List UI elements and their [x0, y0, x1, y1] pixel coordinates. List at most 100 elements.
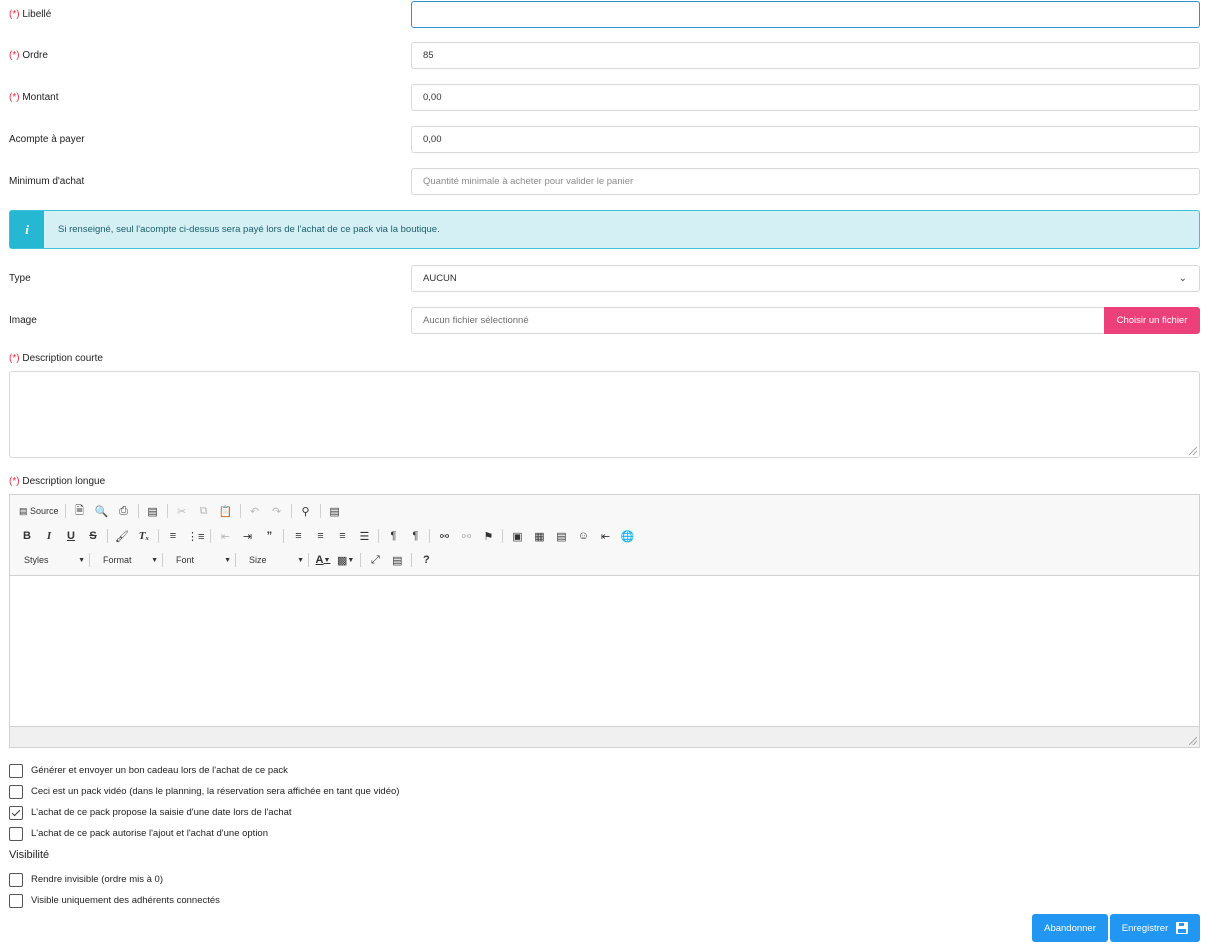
toolbar-separator: [319, 504, 321, 518]
maximize-icon[interactable]: ⤢: [366, 551, 384, 569]
option-label: L'achat de ce pack propose la saisie d'u…: [31, 807, 292, 818]
libelle-input[interactable]: [411, 1, 1200, 28]
montant-label: (*) Montant: [9, 92, 59, 103]
members-only-checkbox[interactable]: [9, 893, 23, 908]
new-page-icon[interactable]: 🗎: [71, 502, 89, 520]
libelle-label: (*) Libellé: [9, 9, 52, 20]
toolbar-separator: [64, 504, 66, 518]
styles-combo[interactable]: Styles ▼: [16, 551, 88, 569]
show-blocks-icon[interactable]: ▤: [388, 551, 406, 569]
align-left-icon[interactable]: ≡: [289, 527, 307, 545]
text-color-icon[interactable]: A ▼: [314, 551, 332, 569]
info-icon: i: [10, 211, 44, 248]
toolbar-separator: [166, 504, 168, 518]
size-combo[interactable]: Size ▼: [241, 551, 307, 569]
info-text: Si renseigné, seul l'acompte ci-dessus s…: [58, 224, 440, 235]
find-icon[interactable]: ⚲: [297, 502, 315, 520]
align-right-icon[interactable]: ≡: [333, 527, 351, 545]
option-label: Générer et envoyer un bon cadeau lors de…: [31, 765, 288, 776]
save-button[interactable]: Enregistrer: [1110, 914, 1200, 942]
option-date-entry-checkbox[interactable]: [9, 805, 23, 820]
print-icon[interactable]: ⎙: [115, 502, 133, 520]
toolbar-separator: [360, 553, 362, 567]
ltr-icon[interactable]: ¶: [384, 527, 402, 545]
visibility-title: Visibilité: [9, 849, 50, 861]
image-icon[interactable]: ▣: [508, 527, 526, 545]
file-name-display[interactable]: Aucun fichier sélectionné: [411, 307, 1105, 334]
justify-icon[interactable]: ☰: [355, 527, 373, 545]
background-color-icon[interactable]: ▩ ▼: [336, 551, 355, 569]
numbered-list-icon[interactable]: ≡: [164, 527, 182, 545]
option-gift-voucher-checkbox[interactable]: [9, 763, 23, 778]
type-row: Type AUCUN ⌄: [9, 265, 1200, 292]
editor-content-area[interactable]: [10, 576, 1199, 727]
copy-icon[interactable]: ⧉: [195, 502, 213, 520]
iframe-globe-icon[interactable]: 🌐: [618, 527, 636, 545]
select-all-icon[interactable]: ▤: [326, 502, 344, 520]
cut-icon[interactable]: ✂: [173, 502, 191, 520]
source-button[interactable]: ▤ Source: [18, 502, 60, 520]
acompte-row: Acompte à payer: [9, 126, 1200, 153]
toolbar-separator: [429, 529, 431, 543]
table-icon[interactable]: ▦: [530, 527, 548, 545]
page-break-icon[interactable]: ⇤: [596, 527, 614, 545]
chevron-down-icon: ▼: [297, 556, 304, 564]
blockquote-icon[interactable]: ”: [260, 527, 278, 545]
anchor-flag-icon[interactable]: ⚑: [479, 527, 497, 545]
horizontal-line-icon[interactable]: ▤: [552, 527, 570, 545]
bold-icon[interactable]: B: [18, 527, 36, 545]
acompte-input[interactable]: [411, 126, 1200, 153]
type-select[interactable]: AUCUN ⌄: [411, 265, 1200, 292]
rtl-icon[interactable]: ¶: [406, 527, 424, 545]
chevron-down-icon: ▼: [151, 556, 158, 564]
smiley-icon[interactable]: ☺: [574, 527, 592, 545]
format-combo[interactable]: Format ▼: [95, 551, 161, 569]
paste-icon[interactable]: 📋: [217, 502, 235, 520]
toolbar-separator: [162, 553, 163, 567]
strikethrough-icon[interactable]: S: [84, 527, 102, 545]
make-invisible-checkbox[interactable]: [9, 872, 23, 887]
link-icon[interactable]: ⚯: [435, 527, 453, 545]
italic-icon[interactable]: I: [40, 527, 58, 545]
floppy-disk-icon: [1176, 922, 1189, 934]
remove-format-icon[interactable]: Tₓ: [135, 527, 153, 545]
toolbar-separator: [378, 529, 380, 543]
redo-icon[interactable]: ↷: [268, 502, 286, 520]
option-row: Ceci est un pack vidéo (dans le planning…: [9, 784, 399, 799]
underline-icon[interactable]: U: [62, 527, 80, 545]
font-combo[interactable]: Font ▼: [168, 551, 234, 569]
editor-toolbar: ▤ Source 🗎 🔍 ⎙ ▤ ✂ ⧉ 📋 ↶ ↷ ⚲ ▤ B I U S 🖌…: [10, 495, 1199, 576]
rich-text-editor: ▤ Source 🗎 🔍 ⎙ ▤ ✂ ⧉ 📋 ↶ ↷ ⚲ ▤ B I U S 🖌…: [9, 494, 1200, 748]
short-description-label: (*) Description courte: [9, 353, 103, 364]
toolbar-separator: [235, 553, 236, 567]
unlink-icon[interactable]: ⚯: [457, 527, 475, 545]
cancel-button[interactable]: Abandonner: [1032, 914, 1108, 942]
visibility-option-label: Rendre invisible (ordre mis à 0): [31, 874, 163, 885]
undo-icon[interactable]: ↶: [246, 502, 264, 520]
ordre-row: (*) Ordre: [9, 42, 1200, 69]
minimum-label: Minimum d'achat: [9, 176, 85, 187]
bulleted-list-icon[interactable]: ⋮≡: [186, 527, 205, 545]
toolbar-separator: [107, 529, 108, 543]
option-row: L'achat de ce pack propose la saisie d'u…: [9, 805, 292, 820]
indent-icon[interactable]: ⇥: [238, 527, 256, 545]
preview-icon[interactable]: 🔍: [93, 502, 111, 520]
chevron-down-icon: ▼: [224, 556, 231, 564]
editor-resize-handle-icon[interactable]: [1189, 737, 1197, 745]
montant-input[interactable]: [411, 84, 1200, 111]
chevron-down-icon: ⌄: [1178, 273, 1187, 284]
copy-format-icon[interactable]: 🖌: [113, 527, 131, 545]
resize-handle-icon[interactable]: [1189, 447, 1197, 455]
minimum-input[interactable]: [411, 168, 1200, 195]
short-description-textarea[interactable]: [9, 371, 1200, 458]
option-add-option-checkbox[interactable]: [9, 826, 23, 841]
help-icon[interactable]: ?: [417, 551, 435, 569]
toolbar-separator: [283, 529, 285, 543]
templates-icon[interactable]: ▤: [144, 502, 162, 520]
ordre-input[interactable]: [411, 42, 1200, 69]
acompte-label: Acompte à payer: [9, 134, 85, 145]
outdent-icon[interactable]: ⇤: [216, 527, 234, 545]
choose-file-button[interactable]: Choisir un fichier: [1104, 307, 1200, 334]
option-video-pack-checkbox[interactable]: [9, 784, 23, 799]
align-center-icon[interactable]: ≡: [311, 527, 329, 545]
